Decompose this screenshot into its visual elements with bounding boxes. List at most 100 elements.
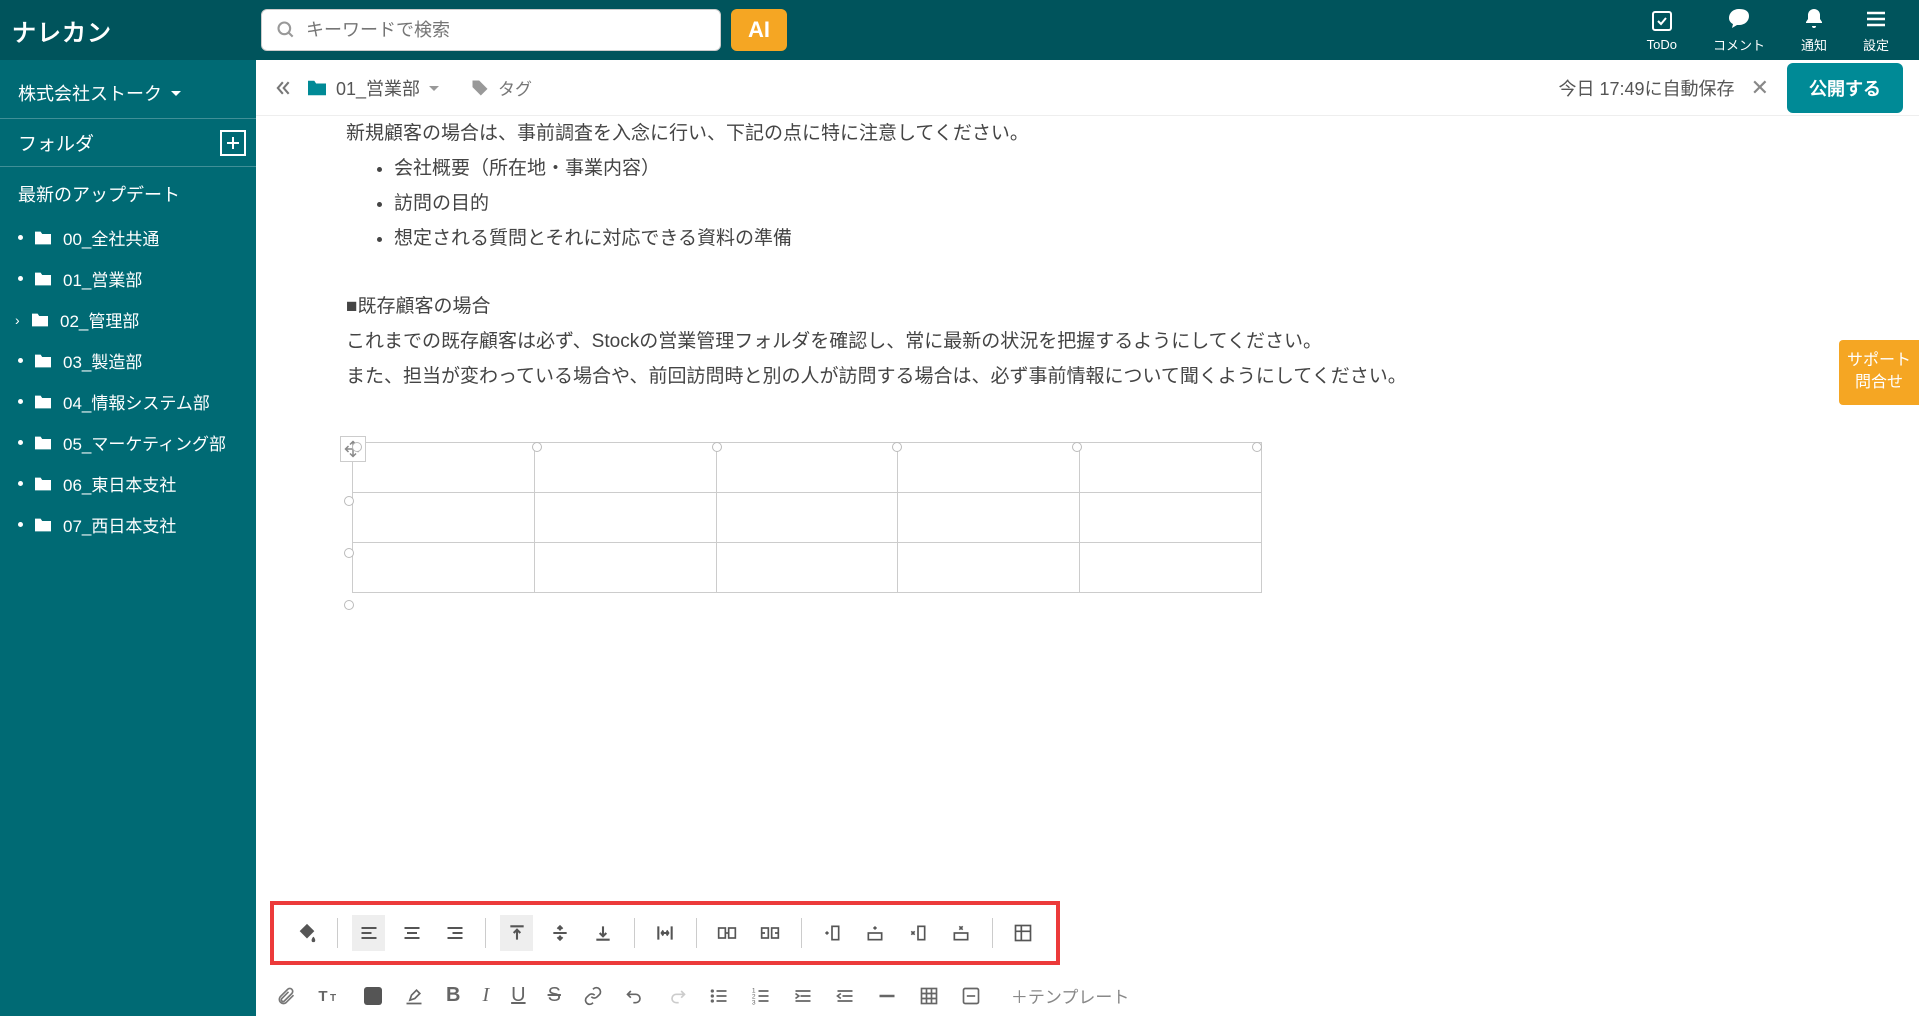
search-input[interactable] (306, 20, 706, 41)
breadcrumb-bar: 01_営業部 タグ 今日 17:49に自動保存 ✕ 公開する (256, 60, 1919, 116)
numbered-list-icon: 123 (751, 986, 771, 1006)
split-cells-button[interactable] (754, 915, 787, 951)
hr-button[interactable] (877, 986, 897, 1006)
delete-column-button[interactable] (902, 915, 935, 951)
sidebar-folder-item[interactable]: 06_東日本支社 (0, 463, 256, 504)
comment-button[interactable]: コメント (1713, 7, 1765, 54)
valign-bottom-button[interactable] (586, 915, 619, 951)
folder-icon (33, 435, 53, 451)
folder-header: フォルダ (0, 118, 256, 167)
insert-table-button[interactable] (919, 986, 939, 1006)
doc-bullet: 訪問の目的 (394, 186, 1859, 221)
valign-middle-button[interactable] (543, 915, 576, 951)
delete-col-icon (908, 923, 928, 943)
table-icon (1013, 923, 1033, 943)
bullet-icon (18, 358, 23, 363)
bullet-icon (18, 481, 23, 486)
delete-row-icon (951, 923, 971, 943)
table-toolbar (270, 901, 1060, 965)
insert-row-button[interactable] (859, 915, 892, 951)
underline-button[interactable]: U (511, 984, 525, 1007)
align-center-button[interactable] (395, 915, 428, 951)
highlight-button[interactable] (404, 986, 424, 1006)
cell-fill-button[interactable] (290, 915, 323, 951)
link-button[interactable] (583, 986, 603, 1006)
svg-text:T: T (330, 993, 336, 1004)
format-toolbar: TT B I U S 123 ＋テンプレート (256, 975, 1919, 1016)
sidebar-folder-item[interactable]: 04_情報システム部 (0, 381, 256, 422)
editor-table[interactable] (352, 442, 1262, 593)
app-logo: ナレカン (12, 13, 257, 48)
attachment-button[interactable] (276, 986, 296, 1006)
folder-label: 02_管理部 (60, 307, 139, 332)
chevron-down-icon (428, 82, 440, 94)
editor-table-wrapper (346, 442, 1256, 593)
align-right-button[interactable] (438, 915, 471, 951)
folder-label: 04_情報システム部 (63, 389, 210, 414)
sidebar-folder-item[interactable]: ›02_管理部 (0, 299, 256, 340)
table-properties-button[interactable] (1007, 915, 1040, 951)
doc-paragraph: また、担当が変わっている場合や、前回訪問時と別の人が訪問する場合は、必ず事前情報… (346, 359, 1859, 394)
delete-row-button[interactable] (945, 915, 978, 951)
text-color-button[interactable] (364, 987, 382, 1005)
autosave-status: 今日 17:49に自動保存 (1559, 75, 1735, 101)
ai-button[interactable]: AI (731, 9, 787, 51)
notification-button[interactable]: 通知 (1801, 7, 1827, 54)
italic-button[interactable]: I (482, 984, 489, 1007)
search-box[interactable] (261, 9, 721, 51)
template-button[interactable]: ＋テンプレート (1011, 983, 1130, 1008)
collapse-icon[interactable] (272, 78, 292, 98)
folder-label: 03_製造部 (63, 348, 142, 373)
sidebar-folder-item[interactable]: 03_製造部 (0, 340, 256, 381)
strikethrough-button[interactable]: S (548, 984, 561, 1007)
plus-icon (226, 136, 240, 150)
bullet-list-button[interactable] (709, 986, 729, 1006)
bullet-icon (18, 522, 23, 527)
sidebar: 株式会社ストーク フォルダ 最新のアップデート 00_全社共通 01_営業部›02… (0, 60, 256, 1016)
insert-column-button[interactable] (816, 915, 849, 951)
add-folder-button[interactable] (220, 130, 246, 156)
close-button[interactable]: ✕ (1751, 75, 1769, 101)
paperclip-icon (276, 986, 296, 1006)
folder-icon (33, 353, 53, 369)
indent-button[interactable] (793, 986, 813, 1006)
distribute-h-icon (655, 923, 675, 943)
align-center-icon (402, 923, 422, 943)
publish-button[interactable]: 公開する (1787, 63, 1903, 113)
tag-selector[interactable]: タグ (470, 75, 532, 100)
merge-cells-button[interactable] (710, 915, 743, 951)
svg-text:3: 3 (752, 999, 756, 1006)
folder-icon (33, 476, 53, 492)
workspace-selector[interactable]: 株式会社ストーク (0, 68, 256, 118)
redo-button[interactable] (667, 986, 687, 1006)
redo-icon (667, 986, 687, 1006)
todo-button[interactable]: ToDo (1647, 9, 1677, 52)
sidebar-folder-item[interactable]: 05_マーケティング部 (0, 422, 256, 463)
align-right-icon (445, 923, 465, 943)
undo-button[interactable] (625, 986, 645, 1006)
checkbox-button[interactable] (961, 986, 981, 1006)
distribute-columns-button[interactable] (648, 915, 681, 951)
folder-icon (33, 230, 53, 246)
folder-icon (33, 394, 53, 410)
align-left-button[interactable] (352, 915, 385, 951)
settings-button[interactable]: 設定 (1863, 7, 1889, 54)
doc-section-heading: ■既存顧客の場合 (346, 289, 1859, 324)
folder-label: 06_東日本支社 (63, 471, 176, 496)
bold-button[interactable]: B (446, 984, 460, 1007)
support-tab[interactable]: サポート 問合せ (1839, 340, 1919, 405)
sidebar-folder-item[interactable]: 07_西日本支社 (0, 504, 256, 545)
recent-updates-link[interactable]: 最新のアップデート (0, 167, 256, 211)
sidebar-folder-item[interactable]: 00_全社共通 (0, 217, 256, 258)
numbered-list-button[interactable]: 123 (751, 986, 771, 1006)
valign-bottom-icon (593, 923, 613, 943)
text-style-button[interactable]: TT (318, 986, 342, 1006)
highlighter-icon (404, 986, 424, 1006)
document-editor[interactable]: 新規顧客の場合は、事前調査を入念に行い、下記の点に特に注意してください。 会社概… (256, 116, 1919, 901)
folder-label: 00_全社共通 (63, 225, 159, 250)
sidebar-folder-item[interactable]: 01_営業部 (0, 258, 256, 299)
breadcrumb-folder[interactable]: 01_営業部 (306, 75, 440, 101)
outdent-button[interactable] (835, 986, 855, 1006)
valign-top-button[interactable] (500, 915, 533, 951)
bold-icon: B (446, 984, 460, 1007)
